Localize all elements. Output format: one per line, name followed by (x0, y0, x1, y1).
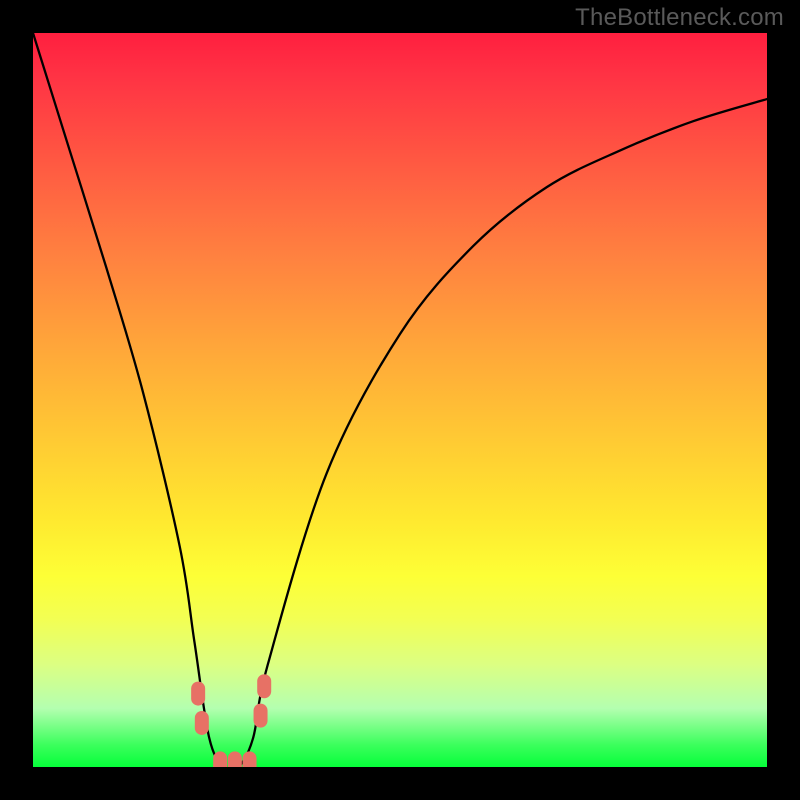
chart-frame: TheBottleneck.com (0, 0, 800, 800)
marker-floor-right (243, 751, 257, 767)
marker-right-cluster-bottom (254, 704, 268, 728)
marker-left-cluster-bottom (195, 711, 209, 735)
bottleneck-curve (33, 33, 767, 767)
chart-svg (33, 33, 767, 767)
markers-group (191, 674, 271, 767)
marker-right-cluster-top (257, 674, 271, 698)
marker-floor-mid (228, 751, 242, 767)
marker-left-cluster-top (191, 682, 205, 706)
watermark-text: TheBottleneck.com (575, 4, 784, 32)
marker-floor-left (213, 751, 227, 767)
